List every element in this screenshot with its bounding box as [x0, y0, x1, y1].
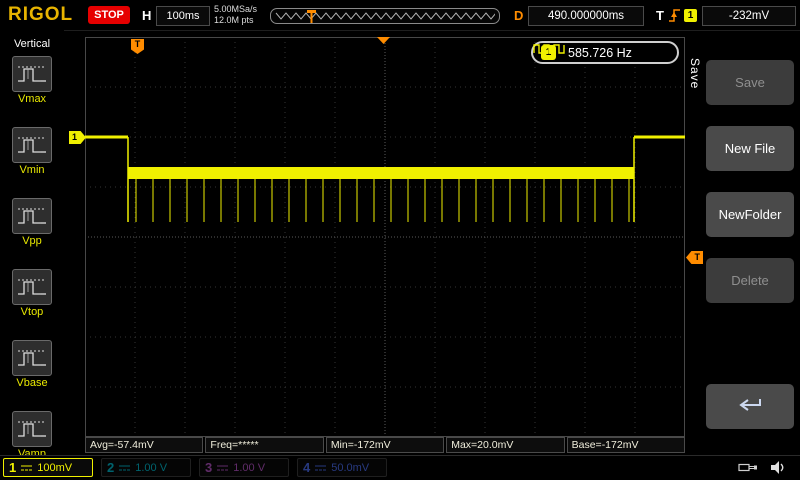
sidebar-item-label: Vtop [20, 306, 44, 318]
menu-new-folder-button[interactable]: NewFolder [706, 192, 794, 237]
channel1-waveform [85, 135, 685, 222]
horizontal-label: H [142, 8, 152, 23]
sidebar-item-vbase[interactable]: Vbase [0, 340, 64, 405]
speaker-icon[interactable] [770, 460, 787, 480]
waveform-overview-bar[interactable] [270, 8, 500, 24]
sidebar-item-vmin[interactable]: Vmin [0, 127, 64, 192]
acquisition-info: 5.00MSa/s 12.0M pts [214, 4, 257, 26]
delay-label: D [514, 8, 524, 23]
waveform-display: T 1 585.726 Hz [85, 37, 685, 437]
trigger-level-marker[interactable]: T [686, 251, 703, 264]
sidebar-item-vpp[interactable]: Vpp [0, 198, 64, 263]
channel-scale: 1.00 V [233, 461, 266, 474]
menu-new-file-button[interactable]: New File [706, 126, 794, 171]
vmin-icon [12, 127, 52, 163]
menu-save-button[interactable]: Save [706, 60, 794, 105]
trigger-label: T [656, 8, 664, 23]
coupling-icon [217, 464, 229, 472]
channel-number: 3 [205, 460, 213, 475]
channel-2-status[interactable]: 2 1.00 V [101, 458, 191, 477]
channel1-ground-marker[interactable]: 1 [69, 131, 86, 144]
sidebar-item-label: Vbase [16, 377, 48, 389]
sidebar-item-label: Vmin [19, 164, 45, 176]
vamp-icon [12, 411, 52, 447]
delay-value[interactable]: 490.000000ms [528, 6, 644, 26]
channel-status-bar: 1 100mV 2 1.00 V 3 1.00 V 4 50.0mV [0, 455, 800, 480]
sidebar-item-label: Vpp [22, 235, 42, 247]
channel-number: 2 [107, 460, 115, 475]
channel-number: 1 [9, 460, 17, 475]
status-bar: RIGOL STOP H 100ms 5.00MSa/s 12.0M pts D… [0, 0, 800, 31]
coupling-icon [315, 464, 327, 472]
run-state-badge[interactable]: STOP [88, 6, 130, 24]
measurement-item: Freq=***** [205, 437, 324, 453]
channel-1-status[interactable]: 1 100mV [3, 458, 93, 477]
freq-value: 585.726 Hz [568, 45, 632, 60]
trigger-source-badge[interactable]: 1 [684, 9, 697, 22]
coupling-icon [119, 464, 131, 472]
channel-scale: 1.00 V [135, 461, 168, 474]
channel-number: 4 [303, 460, 311, 475]
rigol-logo: RIGOL [8, 4, 74, 25]
sample-rate: 5.00MSa/s [214, 4, 258, 14]
measurement-bar: Avg=-57.4mV Freq=***** Min=-172mV Max=20.0m… [85, 437, 686, 453]
timebase-value[interactable]: 100ms [156, 6, 210, 26]
sidebar-item-vtop[interactable]: Vtop [0, 269, 64, 334]
menu-back-button[interactable] [706, 384, 794, 429]
frequency-counter: 1 585.726 Hz [531, 41, 679, 64]
vpp-icon [12, 198, 52, 234]
vmax-icon [12, 56, 52, 92]
channel-3-status[interactable]: 3 1.00 V [199, 458, 289, 477]
menu-tab-save[interactable]: Save [688, 58, 702, 89]
channel-scale: 50.0mV [331, 461, 370, 474]
coupling-icon [21, 464, 33, 472]
channel-4-status[interactable]: 4 50.0mV [297, 458, 387, 477]
sidebar-item-vmax[interactable]: Vmax [0, 56, 64, 121]
measurement-item: Min=-172mV [325, 437, 445, 453]
vbase-icon [12, 340, 52, 376]
trigger-level-value[interactable]: -232mV [702, 6, 796, 26]
vtop-icon [12, 269, 52, 305]
channel-scale: 100mV [37, 461, 73, 474]
trigger-edge-icon [668, 7, 681, 28]
measurement-item: Avg=-57.4mV [85, 437, 204, 453]
menu-delete-button[interactable]: Delete [706, 258, 794, 303]
usb-icon [738, 461, 758, 479]
measurement-item: Max=20.0mV [446, 437, 565, 453]
oscilloscope-screen: RIGOL STOP H 100ms 5.00MSa/s 12.0M pts D… [0, 0, 800, 480]
sidebar-title: Vertical [13, 38, 51, 50]
memory-depth: 12.0M pts [214, 15, 254, 25]
return-arrow-icon [735, 396, 765, 417]
sidebar-item-label: Vmax [17, 93, 47, 105]
measurement-item: Base=-172mV [566, 437, 686, 453]
measure-sidebar: Vertical Vmax Vmin Vpp Vtop Vbase Vamp [0, 30, 64, 460]
